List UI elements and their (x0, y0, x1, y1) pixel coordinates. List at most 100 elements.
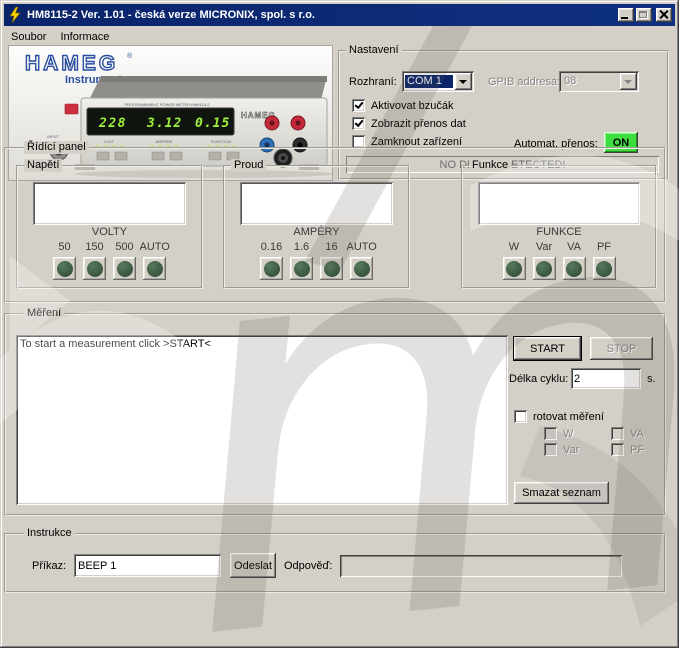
close-icon (659, 10, 668, 19)
current-range-160-button[interactable] (320, 257, 343, 280)
maximize-icon (639, 11, 647, 18)
led-icon (264, 261, 280, 277)
function-va-label: VA (559, 240, 589, 255)
panel-group-function: FUNCTION (211, 139, 232, 144)
cycle-length-field[interactable] (571, 368, 641, 389)
interface-dropdown-arrow-icon[interactable] (455, 73, 472, 90)
rotate-pf-checkbox (611, 443, 624, 456)
function-group: Funkce FUNKCE W Var VA PF (461, 165, 657, 289)
voltage-range-row: 50 150 500 AUTO (18, 240, 201, 280)
minimize-button[interactable] (618, 8, 634, 22)
show-transfer-checkbox[interactable] (352, 117, 365, 130)
buzzer-checkbox[interactable] (352, 99, 365, 112)
led-icon (566, 261, 582, 277)
gpib-dropdown-arrow-icon (620, 73, 637, 90)
close-button[interactable] (656, 8, 672, 22)
rotate-pf-label: PF (630, 444, 644, 456)
led-icon (87, 261, 103, 277)
rotate-pf-row: PF (611, 443, 644, 456)
function-select-row: W Var VA PF (463, 240, 655, 280)
measurement-list[interactable]: To start a measurement click >START< (16, 335, 508, 505)
current-range-auto-label: AUTO (347, 240, 377, 255)
show-transfer-checkbox-row: Zobrazit přenos dat (352, 117, 466, 130)
lightning-icon (7, 7, 23, 23)
voltage-range-150-button[interactable] (83, 257, 106, 280)
control-panel-group: Řídící panel Napětí VOLTY 50 150 500 AUT… (4, 147, 666, 303)
function-pf-label: PF (589, 240, 619, 255)
response-field (340, 555, 622, 577)
rotate-w-row: W (544, 427, 573, 440)
rotate-checkbox-row: rotovat měření (514, 410, 604, 423)
function-va-button[interactable] (563, 257, 586, 280)
current-range-auto-button[interactable] (350, 257, 373, 280)
window-title: HM8115-2 Ver. 1.01 - česká verze MICRONI… (27, 9, 616, 21)
current-group-title: Proud (231, 159, 266, 172)
interface-select[interactable]: COM 1 (402, 71, 474, 92)
buzzer-checkbox-label: Aktivovat bzučák (371, 100, 454, 112)
led-icon (294, 261, 310, 277)
current-range-row: 0.16 1.6 16 AUTO (225, 240, 408, 280)
led-icon (506, 261, 522, 277)
current-meter-label: AMPÉRY (225, 226, 408, 238)
led-icon (324, 261, 340, 277)
led-icon (117, 261, 133, 277)
show-transfer-checkbox-label: Zobrazit přenos dat (371, 118, 466, 130)
control-panel-title: Řídící panel (24, 141, 89, 154)
hameg-logo-text: HAMEG (25, 52, 118, 75)
cycle-length-label: Délka cyklu: (509, 373, 568, 385)
function-w-button[interactable] (503, 257, 526, 280)
rotate-va-label: VA (630, 428, 644, 440)
rotate-va-row: VA (611, 427, 644, 440)
minimize-icon (621, 17, 628, 19)
send-button[interactable]: Odeslat (230, 553, 276, 578)
measurement-group: Měření To start a measurement click >STA… (4, 313, 666, 516)
current-range-16-button[interactable] (290, 257, 313, 280)
rotate-measurement-checkbox[interactable] (514, 410, 527, 423)
settings-group-title: Nastavení (346, 44, 402, 57)
menu-soubor[interactable]: Soubor (4, 29, 53, 45)
function-group-title: Funkce (469, 159, 511, 172)
led-icon (147, 261, 163, 277)
clear-list-button[interactable]: Smazat seznam (514, 482, 609, 504)
voltage-range-500-label: 500 (110, 240, 140, 255)
led-icon (57, 261, 73, 277)
rotate-var-checkbox (544, 443, 557, 456)
cycle-length-input[interactable] (571, 368, 641, 389)
lock-device-checkbox-label: Zamknout zařízení (371, 136, 462, 148)
start-button[interactable]: START (514, 337, 581, 360)
gpib-label: GPIB addresa: (488, 76, 560, 88)
gpib-value: 08 (562, 75, 618, 88)
display-function-value: 0.15 (195, 116, 230, 131)
voltage-display (33, 182, 186, 225)
app-window: HM8115-2 Ver. 1.01 - česká verze MICRONI… (0, 0, 679, 648)
function-var-label: Var (529, 240, 559, 255)
rotate-measurement-label: rotovat měření (533, 411, 604, 423)
voltage-meter-label: VOLTY (18, 226, 201, 238)
current-range-16-label: 1.6 (287, 240, 317, 255)
measurement-group-title: Měření (24, 307, 64, 320)
led-icon (536, 261, 552, 277)
current-range-016-button[interactable] (260, 257, 283, 280)
panel-group-volt: VOLT (104, 139, 115, 144)
display-current-value: 3.12 (146, 116, 182, 131)
voltage-range-50-button[interactable] (53, 257, 76, 280)
command-field[interactable] (74, 554, 221, 577)
interface-label: Rozhraní: (349, 76, 397, 88)
voltage-range-auto-button[interactable] (143, 257, 166, 280)
voltage-range-500-button[interactable] (113, 257, 136, 280)
title-bar[interactable]: HM8115-2 Ver. 1.01 - česká verze MICRONI… (4, 4, 675, 26)
stop-button[interactable]: STOP (590, 337, 653, 360)
function-w-label: W (499, 240, 529, 255)
maximize-button[interactable] (636, 8, 652, 22)
hameg-logo-reg: ® (127, 52, 133, 60)
voltage-range-50-label: 50 (50, 240, 80, 255)
function-pf-button[interactable] (593, 257, 616, 280)
rotate-w-checkbox (544, 427, 557, 440)
voltage-group-title: Napětí (24, 159, 62, 172)
rotate-va-checkbox (611, 427, 624, 440)
menu-informace[interactable]: Informace (53, 29, 116, 45)
function-var-button[interactable] (533, 257, 556, 280)
command-input[interactable] (74, 554, 221, 577)
command-label: Příkaz: (32, 560, 66, 572)
buzzer-checkbox-row: Aktivovat bzučák (352, 99, 454, 112)
